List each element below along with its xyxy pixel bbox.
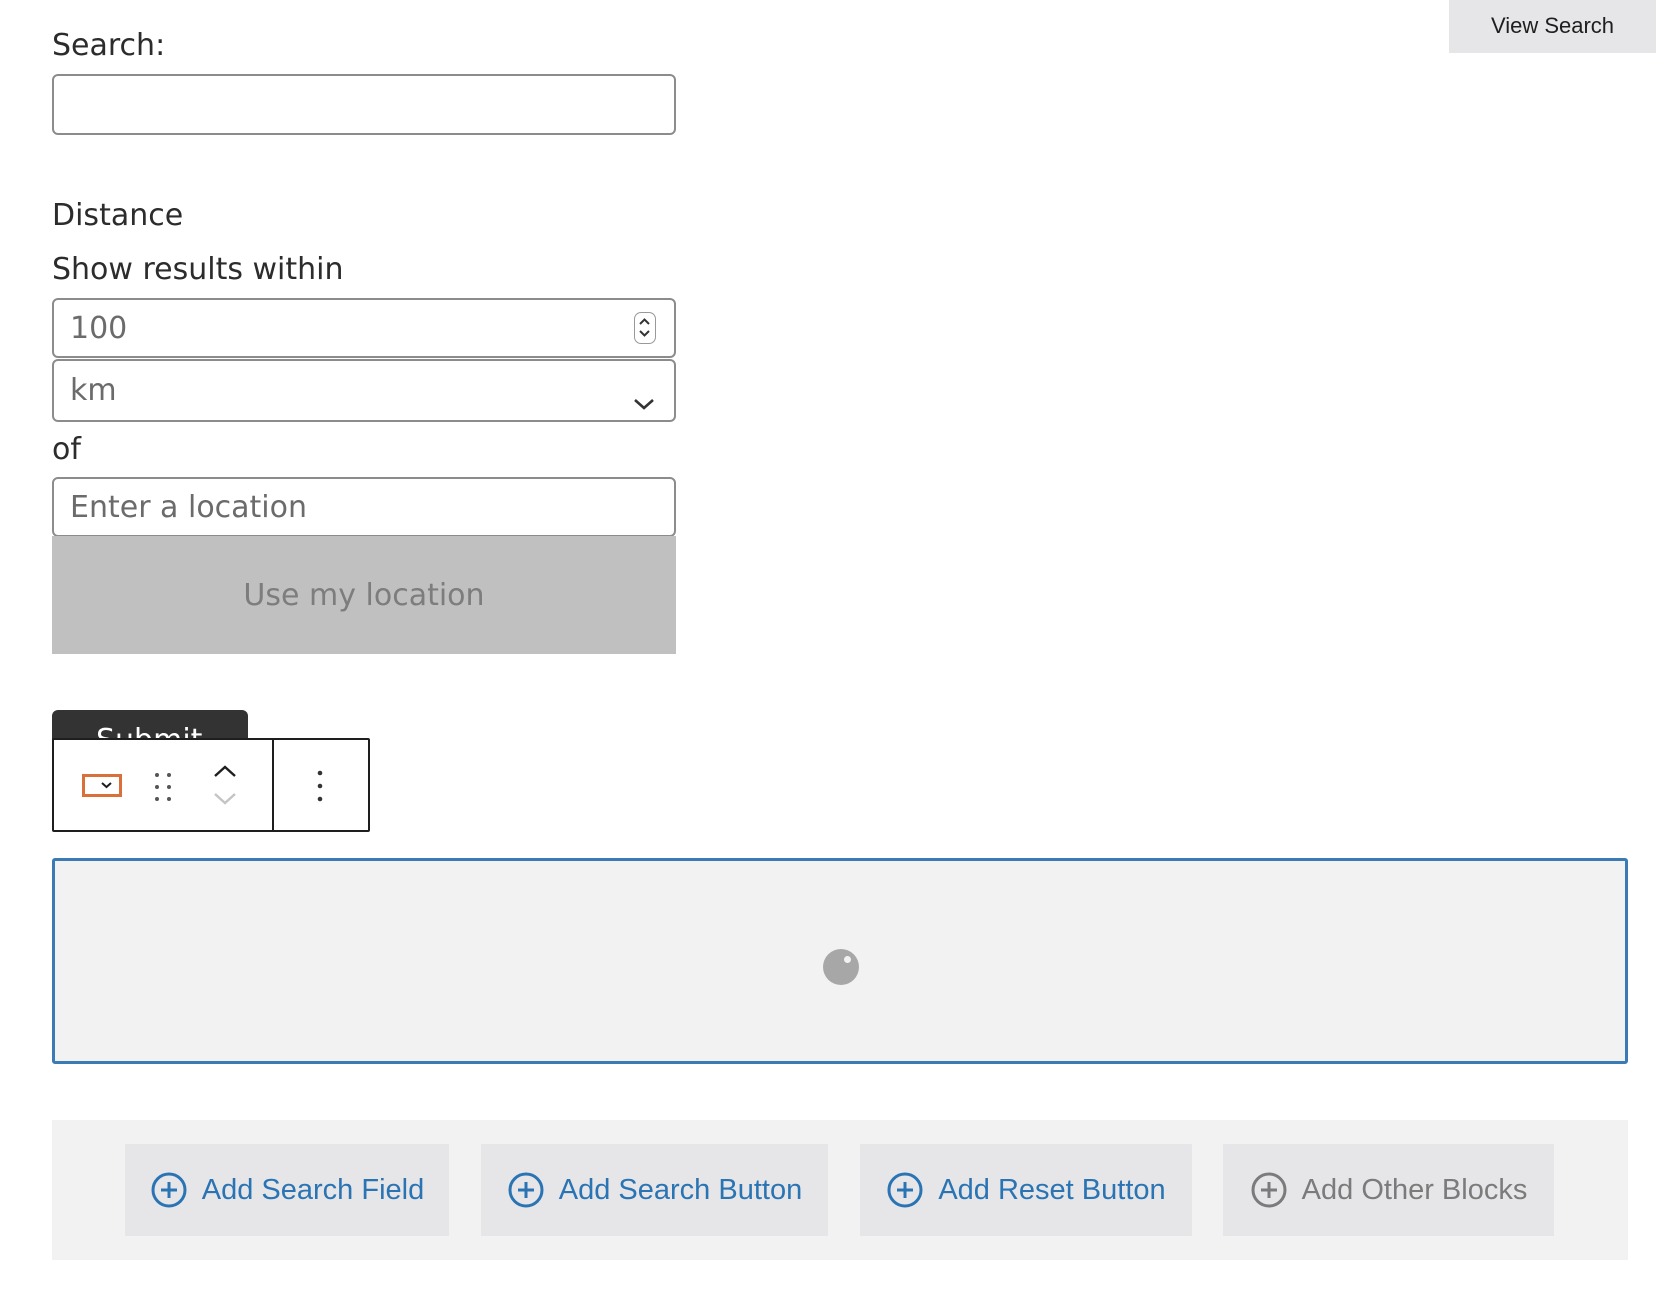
- add-search-field-label: Add Search Field: [201, 1173, 425, 1206]
- search-input[interactable]: [52, 74, 676, 135]
- add-search-field-button[interactable]: Add Search Field: [125, 1144, 449, 1236]
- block-toolbar: [52, 738, 370, 832]
- add-reset-button-button[interactable]: Add Reset Button: [860, 1144, 1192, 1236]
- location-placeholder: Enter a location: [70, 489, 308, 525]
- more-options-group: [274, 740, 368, 830]
- move-down-icon: [212, 790, 238, 812]
- plus-circle-icon: [151, 1172, 187, 1208]
- radius-input[interactable]: 100: [52, 298, 676, 358]
- search-form-editor: View Search Search: Distance Show result…: [0, 0, 1678, 1292]
- view-search-button[interactable]: View Search: [1449, 0, 1656, 53]
- plus-circle-icon: [508, 1172, 544, 1208]
- block-toolbar-group: [54, 740, 274, 830]
- add-reset-button-label: Add Reset Button: [938, 1173, 1166, 1206]
- plus-circle-icon: [1251, 1172, 1287, 1208]
- show-results-label: Show results within: [52, 252, 344, 287]
- more-options-icon[interactable]: [316, 769, 324, 807]
- submit-button[interactable]: Submit: [52, 710, 248, 740]
- drag-handle-icon[interactable]: [153, 771, 173, 807]
- unit-select-value: km: [70, 373, 117, 408]
- add-other-blocks-button[interactable]: Add Other Blocks: [1223, 1144, 1554, 1236]
- number-stepper-icon[interactable]: [634, 312, 656, 344]
- move-up-icon[interactable]: [212, 762, 238, 784]
- search-label: Search:: [52, 28, 166, 63]
- distance-heading: Distance: [52, 198, 184, 233]
- select-block-icon[interactable]: [82, 774, 122, 802]
- add-search-button-button[interactable]: Add Search Button: [481, 1144, 828, 1236]
- use-my-location-button[interactable]: Use my location: [52, 536, 676, 654]
- location-input[interactable]: Enter a location: [52, 477, 676, 537]
- loading-spinner-icon: [823, 949, 859, 985]
- of-label: of: [52, 432, 81, 467]
- add-other-blocks-label: Add Other Blocks: [1301, 1173, 1528, 1206]
- chevron-down-icon: [632, 385, 656, 420]
- plus-circle-icon: [887, 1172, 923, 1208]
- add-search-button-label: Add Search Button: [558, 1173, 803, 1206]
- add-blocks-bar: Add Search Field Add Search Button Add R…: [52, 1120, 1628, 1260]
- unit-select[interactable]: km: [52, 359, 676, 422]
- selected-block-placeholder[interactable]: [52, 858, 1628, 1064]
- radius-value: 100: [70, 310, 128, 346]
